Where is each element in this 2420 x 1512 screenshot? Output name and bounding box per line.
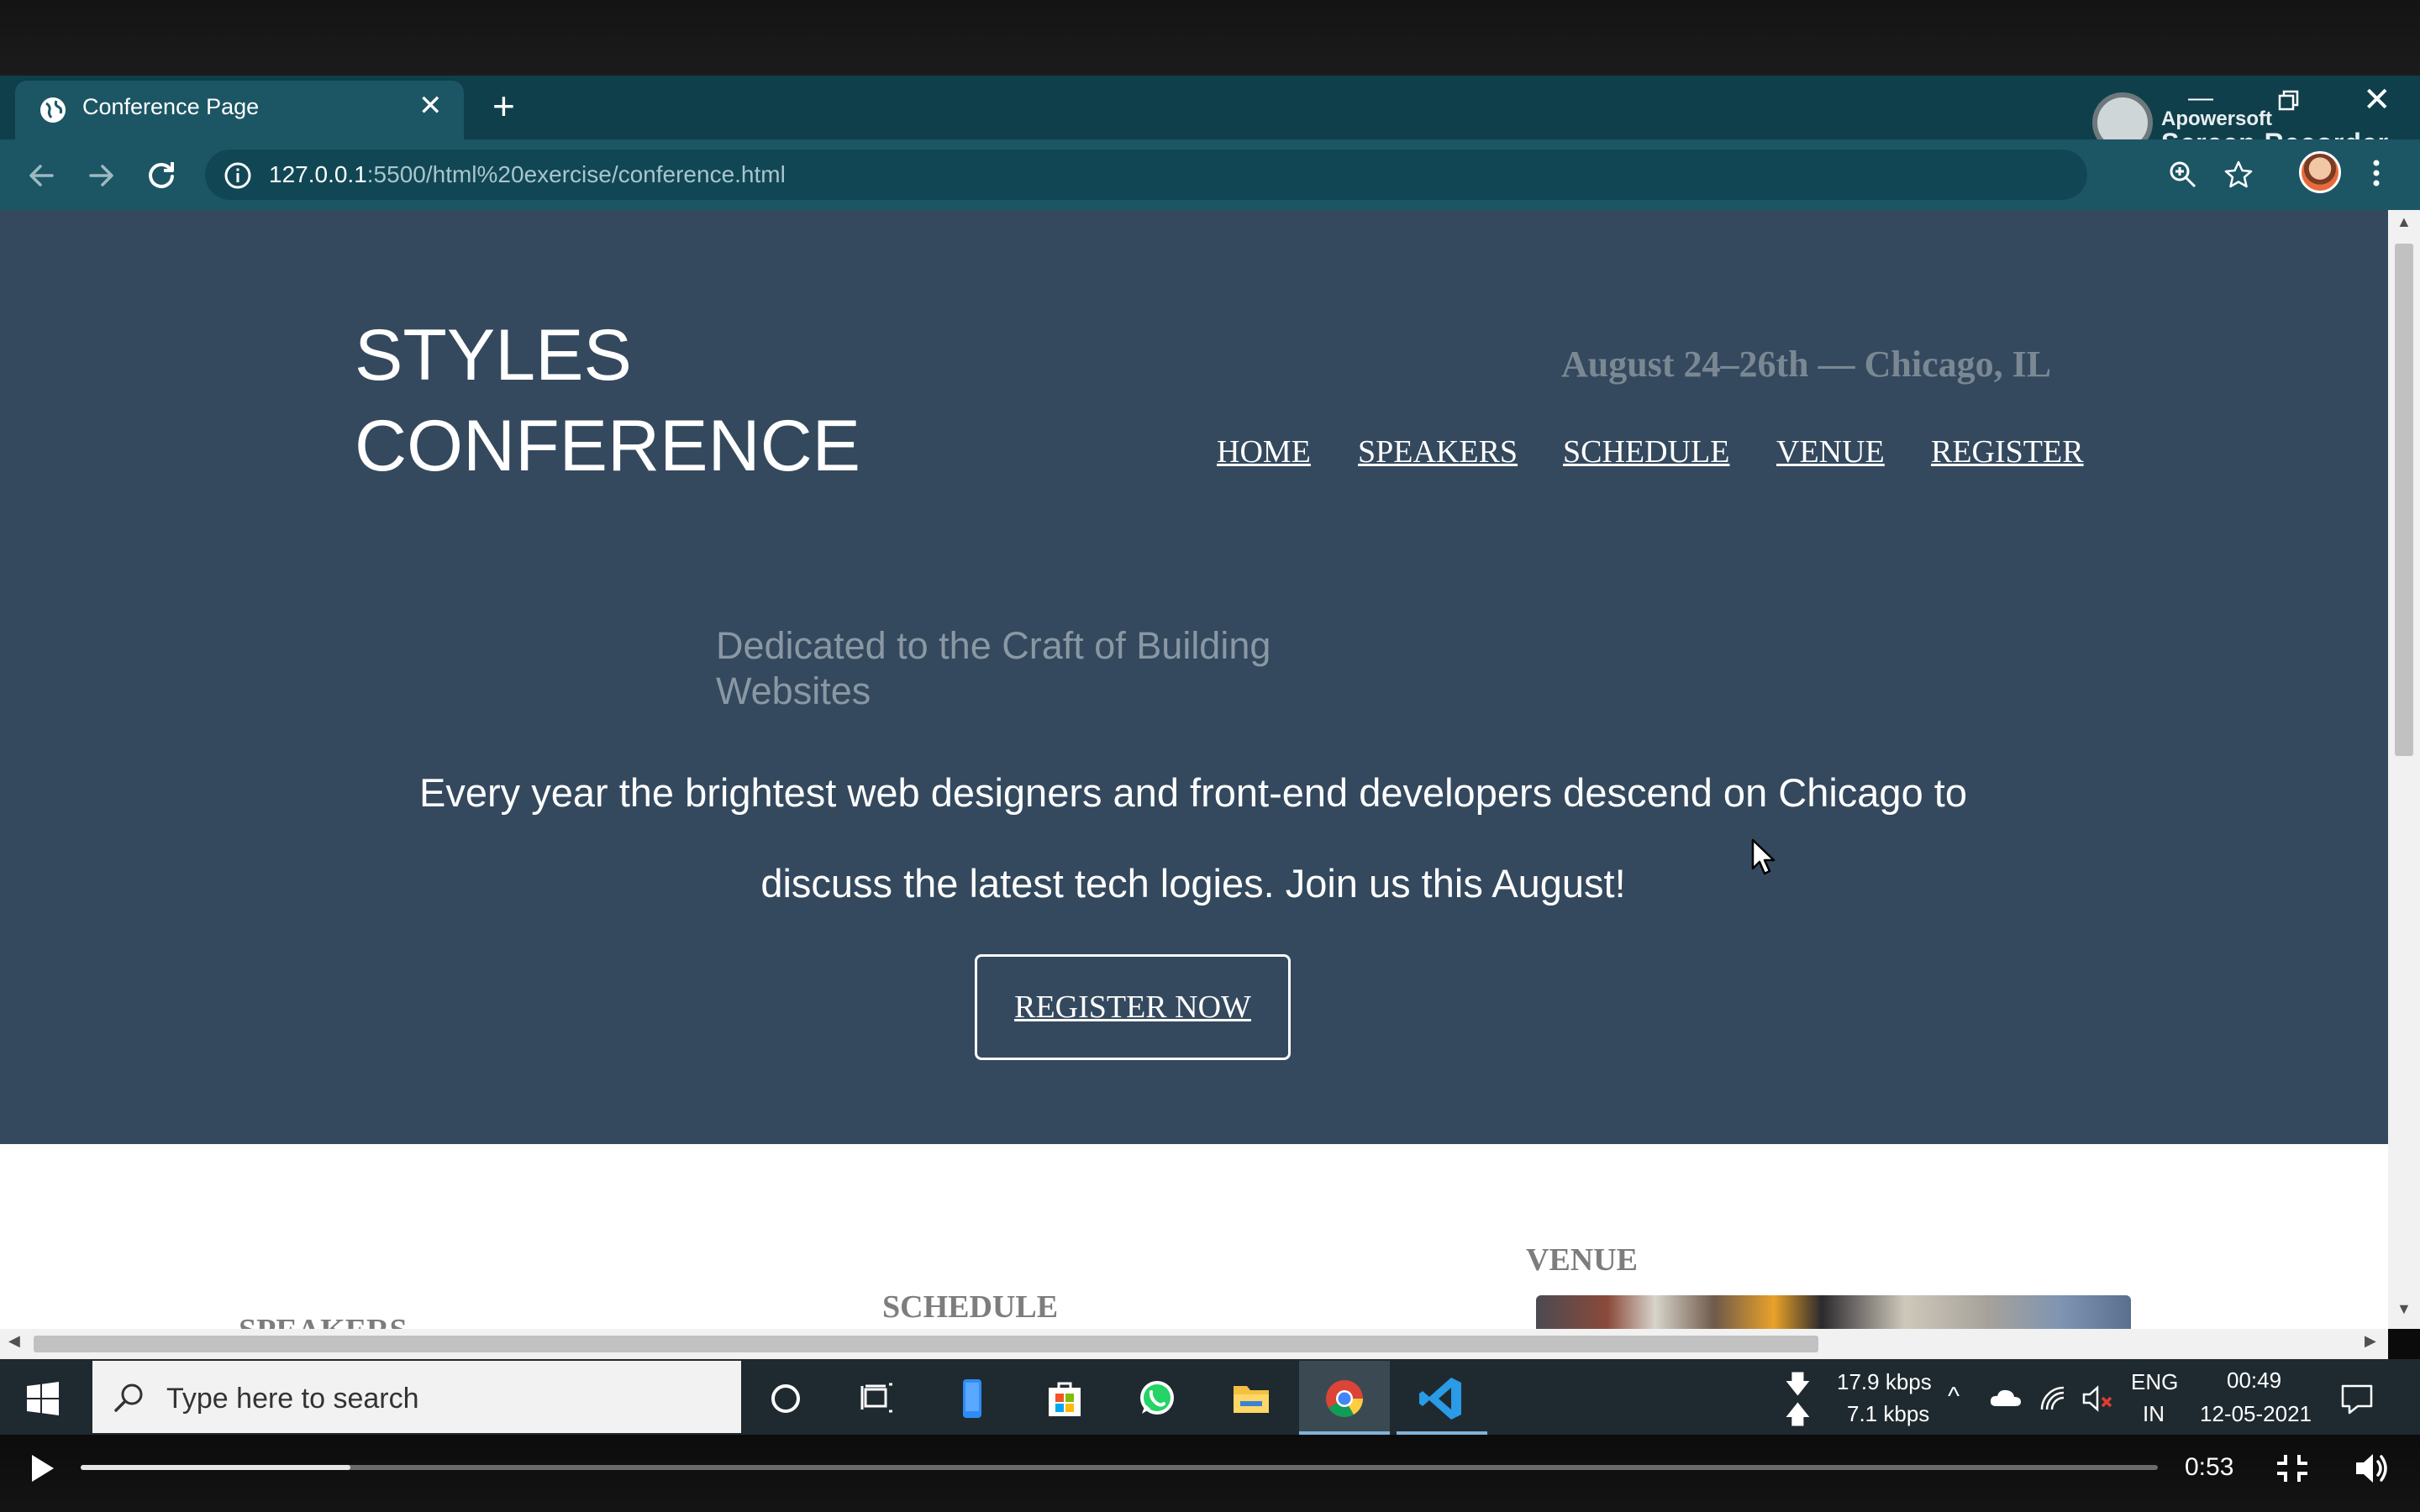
hero-intro-text: Every year the brightest web designers a…: [419, 770, 1967, 906]
chrome-icon: [1326, 1380, 1363, 1417]
exit-fullscreen-icon[interactable]: [2274, 1452, 2311, 1485]
whatsapp-icon[interactable]: [1128, 1373, 1186, 1425]
clock-date[interactable]: 12-05-2021: [2200, 1401, 2312, 1427]
vertical-scrollbar-thumb[interactable]: [2395, 244, 2413, 756]
globe-icon: [40, 97, 66, 123]
scroll-left-arrow-icon[interactable]: ◀: [8, 1332, 20, 1350]
register-now-label[interactable]: REGISTER NOW: [977, 957, 1288, 1058]
new-tab-button[interactable]: +: [492, 84, 515, 128]
download-speed: 17.9 kbps: [1837, 1369, 1932, 1394]
schedule-heading: SCHEDULE: [882, 1289, 1059, 1325]
upload-arrow-icon: 🡅: [1785, 1401, 1811, 1429]
tab-close-icon[interactable]: ✕: [418, 89, 443, 123]
play-icon[interactable]: [25, 1452, 59, 1485]
scroll-down-arrow-icon[interactable]: ▼: [2396, 1300, 2412, 1318]
file-explorer-icon[interactable]: [1222, 1373, 1281, 1425]
more-menu-icon[interactable]: [2371, 158, 2381, 188]
notification-icon[interactable]: [2339, 1383, 2375, 1416]
microsoft-store-icon[interactable]: [1035, 1373, 1094, 1425]
seek-bar[interactable]: [81, 1465, 2158, 1470]
horizontal-scrollbar-thumb[interactable]: [34, 1336, 1818, 1352]
profile-avatar[interactable]: [2299, 151, 2341, 193]
star-icon[interactable]: [2223, 160, 2254, 190]
hero-subtitle: Dedicated to the Craft of Building Websi…: [716, 624, 1271, 712]
input-language[interactable]: ENG: [2131, 1369, 2178, 1395]
nav-link-home[interactable]: HOME: [1217, 433, 1311, 470]
taskbar-search-box[interactable]: Type here to search: [92, 1361, 741, 1433]
volume-muted-icon[interactable]: [2081, 1384, 2118, 1413]
search-icon: [114, 1383, 143, 1412]
forward-arrow-icon[interactable]: [86, 160, 118, 192]
scroll-up-arrow-icon[interactable]: ▲: [2396, 213, 2412, 231]
mouse-cursor-icon: [1751, 838, 1776, 875]
browser-tab[interactable]: Conference Page ✕: [15, 81, 464, 141]
window-close-button[interactable]: ✕: [2363, 81, 2391, 119]
register-now-button[interactable]: REGISTER NOW: [975, 954, 1291, 1060]
vscode-icon: [1419, 1378, 1461, 1420]
hero-section: STYLES CONFERENCE August 24–26th — Chica…: [0, 210, 2388, 1144]
url-host: 127.0.0.1: [269, 161, 367, 187]
tab-title: Conference Page: [82, 94, 260, 119]
taskbar-vscode-button[interactable]: [1397, 1361, 1487, 1435]
venue-heading: VENUE: [1526, 1242, 1639, 1278]
seek-bar-progress: [81, 1465, 351, 1470]
site-logo-line2: CONFERENCE: [355, 406, 861, 486]
network-icon[interactable]: [2039, 1384, 2069, 1411]
cortana-icon[interactable]: [756, 1373, 815, 1425]
nav-link-register[interactable]: REGISTER: [1931, 433, 2084, 470]
your-phone-icon[interactable]: [943, 1373, 1002, 1425]
event-tagline: August 24–26th — Chicago, IL: [1561, 344, 2052, 385]
reload-icon[interactable]: [145, 158, 178, 192]
url-text[interactable]: 127.0.0.1:5500/html%20exercise/conferenc…: [269, 161, 786, 188]
top-black-strip: [0, 0, 2420, 76]
zoom-icon[interactable]: [2168, 160, 2198, 190]
video-player-controls: [0, 1435, 2420, 1512]
playback-time: 0:53: [2185, 1453, 2234, 1481]
venue-photo: [1536, 1295, 2131, 1329]
clock-time[interactable]: 00:49: [2227, 1368, 2281, 1394]
volume-icon[interactable]: [2353, 1450, 2393, 1487]
info-icon[interactable]: [224, 161, 252, 190]
onedrive-cloud-icon[interactable]: [1988, 1386, 2023, 1410]
windows-start-icon[interactable]: [25, 1381, 60, 1416]
nav-link-venue[interactable]: VENUE: [1776, 433, 1885, 470]
taskbar-chrome-button[interactable]: [1299, 1361, 1390, 1435]
speakers-heading: SPEAKERS: [239, 1312, 408, 1329]
url-path: :5500/html%20exercise/conference.html: [366, 161, 786, 187]
tray-expand-chevron-icon[interactable]: ^: [1948, 1383, 1960, 1411]
nav-link-speakers[interactable]: SPEAKERS: [1358, 433, 1518, 470]
page-viewport: STYLES CONFERENCE August 24–26th — Chica…: [0, 210, 2388, 1329]
back-arrow-icon[interactable]: [25, 160, 57, 192]
nav-link-schedule[interactable]: SCHEDULE: [1563, 433, 1729, 470]
upload-speed: 7.1 kbps: [1847, 1401, 1930, 1426]
site-logo-line1: STYLES: [355, 315, 632, 396]
scroll-right-arrow-icon[interactable]: ▶: [2365, 1332, 2376, 1350]
window-restore-button[interactable]: [2277, 89, 2301, 113]
task-view-icon[interactable]: [849, 1373, 908, 1425]
search-placeholder: Type here to search: [166, 1383, 419, 1415]
input-region[interactable]: IN: [2143, 1401, 2165, 1427]
